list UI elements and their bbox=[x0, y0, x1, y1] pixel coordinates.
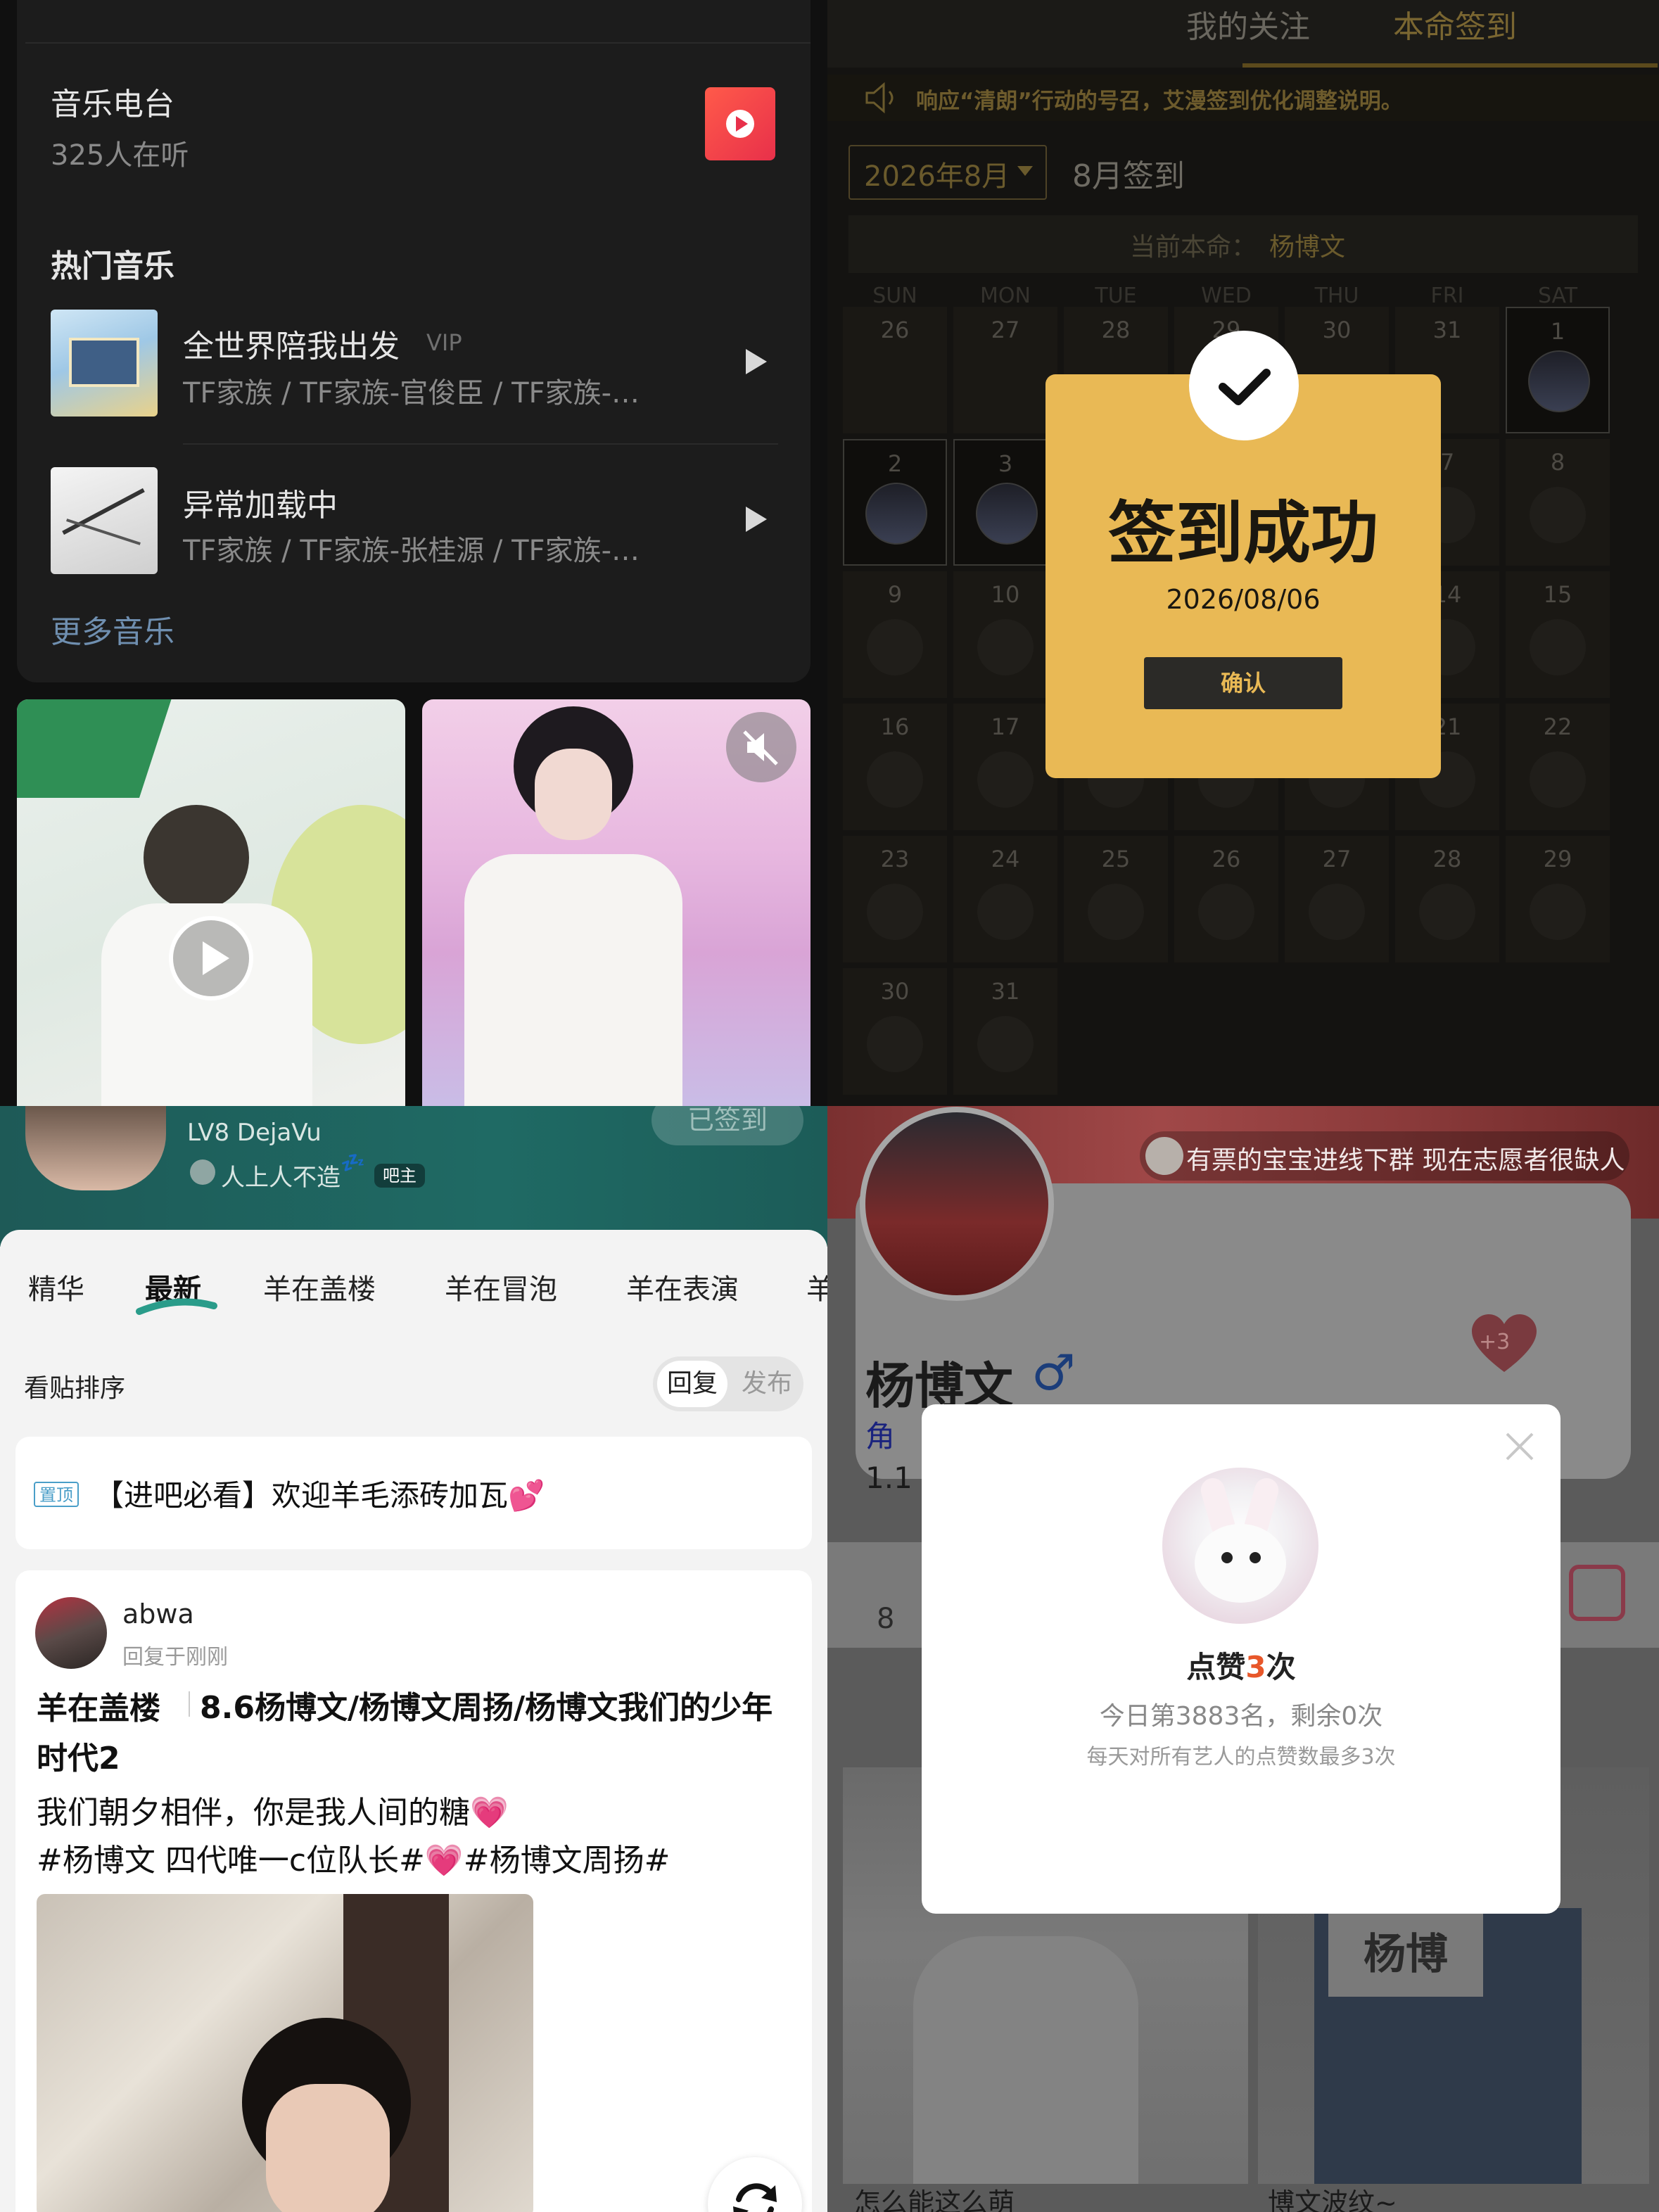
tab-perform[interactable]: 羊在表演 bbox=[626, 1266, 739, 1307]
song-artists: TF家族 / TF家族-官俊臣 / TF家族-… bbox=[183, 377, 640, 409]
modal-date: 2026/08/06 bbox=[1166, 584, 1321, 615]
vip-badge: VIP bbox=[426, 329, 462, 356]
user-motto: 人上人不造 bbox=[221, 1164, 341, 1192]
play-icon[interactable] bbox=[746, 507, 767, 532]
pinned-tag: 置顶 bbox=[34, 1482, 79, 1507]
refresh-button[interactable] bbox=[708, 2157, 802, 2212]
forum-avatar[interactable] bbox=[25, 1106, 166, 1190]
like-rule: 每天对所有艺人的点赞数最多3次 bbox=[1086, 1745, 1396, 1769]
bunny-face bbox=[1195, 1524, 1286, 1603]
modal-title: 签到成功 bbox=[1108, 494, 1378, 573]
photo-thumbnail[interactable] bbox=[422, 699, 811, 1106]
bunny-avatar bbox=[1162, 1468, 1318, 1624]
post-meta: 回复于刚刚 bbox=[122, 1645, 228, 1670]
music-panel: 音乐电台 325人在听 热门音乐 全世界陪我出发 VIP TF家族 / TF家族… bbox=[0, 0, 827, 1106]
person-shirt bbox=[913, 1936, 1138, 2212]
user-level: LV8 DejaVu bbox=[187, 1119, 322, 1147]
bunny-eye bbox=[1250, 1552, 1261, 1563]
announcement-text: 有票的宝宝进线下群 现在志愿者很缺人 bbox=[1186, 1146, 1625, 1175]
like-count-title: 点赞3次 bbox=[922, 1644, 1561, 1686]
gender-male-icon: ♂ bbox=[1031, 1344, 1076, 1401]
tab-underline bbox=[136, 1298, 217, 1315]
like-title-pre: 点赞 bbox=[1186, 1650, 1246, 1684]
post-line-1: 我们朝夕相伴，你是我人间的糖💗 bbox=[37, 1795, 509, 1831]
post-title[interactable]: 8.6杨博文/杨博文周扬/杨博文我们的少年时代2 bbox=[37, 1683, 796, 1784]
sleep-emoji: 💤 bbox=[341, 1151, 365, 1174]
ink-stroke bbox=[62, 488, 145, 535]
mute-button[interactable] bbox=[726, 712, 796, 782]
radio-listeners: 325人在听 bbox=[51, 139, 189, 172]
forum-panel: LV8 DejaVu 人上人不造 💤 吧主 已签到 精华 最新 羊在盖楼 羊在冒… bbox=[0, 1106, 827, 2212]
like-title-post: 次 bbox=[1266, 1650, 1296, 1684]
tab-more[interactable]: 羊 bbox=[806, 1266, 827, 1307]
like-modal: 点赞3次 今日第3883名，剩余0次 每天对所有艺人的点赞数最多3次 bbox=[922, 1404, 1561, 1914]
profile-panel: 有票的宝宝进线下群 现在志愿者很缺人 杨博文 ♂ 角 1.1 +3 8 杨博 怎… bbox=[827, 1106, 1659, 2212]
sort-label: 看贴排序 bbox=[24, 1374, 126, 1403]
sort-reply[interactable]: 回复 bbox=[657, 1361, 727, 1407]
tab-bubble[interactable]: 羊在冒泡 bbox=[445, 1266, 557, 1307]
tab-building[interactable]: 羊在盖楼 bbox=[263, 1266, 376, 1307]
role-partial: 角 bbox=[865, 1419, 896, 1454]
pinned-text: 【进吧必看】欢迎羊毛添砖加瓦💕 bbox=[94, 1478, 545, 1513]
album-cover bbox=[51, 467, 158, 574]
like-rank: 今日第3883名，剩余0次 bbox=[1099, 1702, 1383, 1731]
sort-publish[interactable]: 发布 bbox=[732, 1361, 802, 1407]
album-cover bbox=[51, 310, 158, 417]
signed-button[interactable]: 已签到 bbox=[651, 1106, 803, 1145]
board-image bbox=[69, 338, 139, 387]
author-name[interactable]: abwa bbox=[122, 1598, 194, 1629]
checkin-panel: 我的关注 本命签到 响应“清朗”行动的号召，艾漫签到优化调整说明。 2026年8… bbox=[827, 0, 1659, 1106]
refresh-icon bbox=[733, 2183, 777, 2212]
post-image[interactable] bbox=[37, 1894, 533, 2212]
person-face bbox=[266, 2084, 390, 2212]
song-title: 异常加载中 bbox=[183, 488, 338, 523]
like-count-value: 3 bbox=[1245, 1650, 1266, 1684]
more-music-link[interactable]: 更多音乐 bbox=[51, 606, 174, 651]
success-check-badge bbox=[1189, 331, 1299, 440]
feed-caption-1: 怎么能这么萌 bbox=[854, 2187, 1015, 2212]
name-sign: 杨博 bbox=[1328, 1912, 1483, 1997]
feed-caption-2: 博文波纹~ bbox=[1268, 2187, 1397, 2212]
person-head bbox=[144, 805, 249, 910]
count-partial: 1.1 bbox=[865, 1461, 913, 1495]
announcement-avatar bbox=[1145, 1137, 1183, 1175]
play-icon bbox=[203, 941, 229, 975]
hot-music-title: 热门音乐 bbox=[51, 248, 174, 284]
tab-essence[interactable]: 精华 bbox=[28, 1266, 84, 1307]
post-line-2: #杨博文 四代唯一c位队长#💗#杨博文周扬# bbox=[37, 1843, 670, 1879]
play-button[interactable] bbox=[169, 916, 253, 1000]
song-title: 全世界陪我出发 bbox=[183, 329, 400, 364]
like-badge: +3 bbox=[1479, 1330, 1511, 1354]
check-icon bbox=[1219, 369, 1271, 405]
green-shape bbox=[17, 699, 176, 798]
radio-title: 音乐电台 bbox=[51, 87, 174, 122]
stats-partial: 8 bbox=[877, 1603, 895, 1635]
bunny-eye bbox=[1221, 1552, 1233, 1563]
person-body bbox=[464, 854, 682, 1106]
play-icon bbox=[726, 110, 754, 138]
user-mini-avatar bbox=[190, 1159, 215, 1185]
close-icon[interactable] bbox=[1503, 1430, 1537, 1463]
person-face bbox=[535, 749, 612, 840]
author-avatar[interactable] bbox=[35, 1597, 107, 1669]
confirm-button[interactable]: 确认 bbox=[1144, 657, 1342, 709]
video-thumbnail[interactable] bbox=[17, 699, 405, 1106]
radio-play-button[interactable] bbox=[705, 87, 775, 160]
profile-avatar[interactable] bbox=[860, 1107, 1054, 1301]
play-icon[interactable] bbox=[746, 349, 767, 374]
divider bbox=[25, 42, 811, 44]
mute-icon bbox=[743, 730, 778, 765]
song-artists: TF家族 / TF家族-张桂源 / TF家族-… bbox=[183, 535, 640, 567]
divider bbox=[183, 443, 778, 445]
calendar-icon[interactable] bbox=[1569, 1565, 1625, 1621]
ink-stroke bbox=[66, 519, 141, 545]
role-badge: 吧主 bbox=[374, 1164, 425, 1188]
